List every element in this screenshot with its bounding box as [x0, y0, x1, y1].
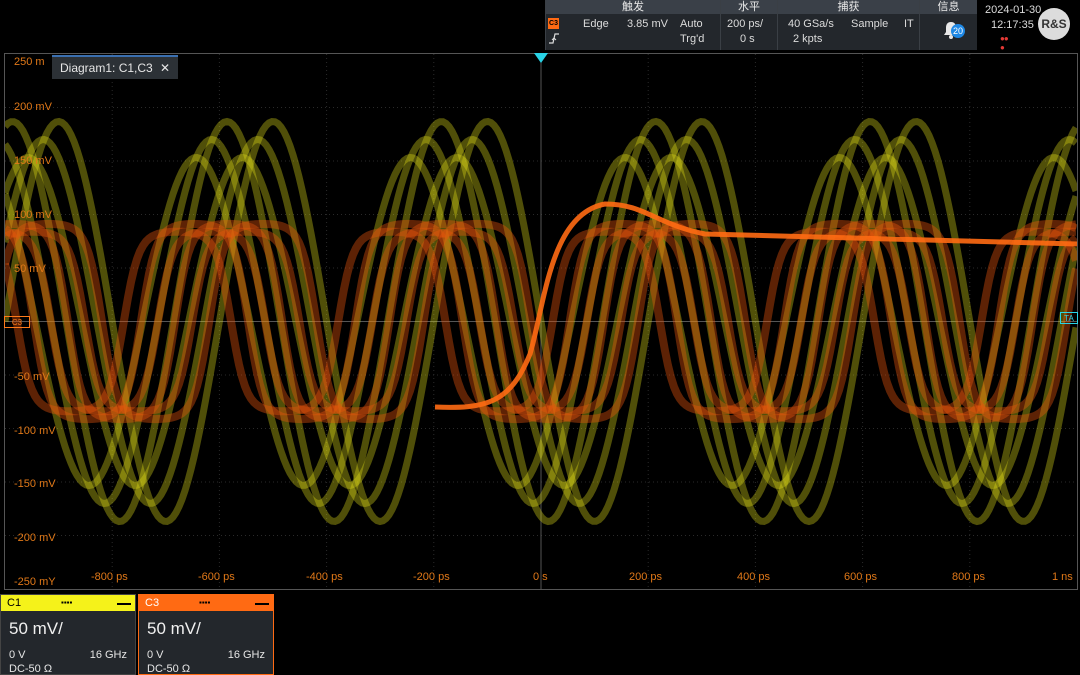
- trigger-status: Trg'd: [680, 33, 705, 45]
- c3-offset-marker[interactable]: C3: [4, 316, 30, 328]
- x-axis-label: 600 ps: [844, 571, 878, 583]
- y-axis-label: 250 m: [14, 56, 45, 68]
- acquisition-mode: Sample: [851, 18, 889, 30]
- channel-c1-header: C1 ▪▪▪▪: [1, 595, 135, 611]
- close-icon[interactable]: ✕: [160, 61, 170, 75]
- rising-edge-icon: [549, 33, 559, 44]
- y-axis-label: -200 mV: [14, 532, 56, 544]
- horizontal-scale: 200 ps/: [727, 18, 764, 30]
- x-axis-label: 200 ps: [629, 571, 663, 583]
- trigger-level: 3.85 mV: [627, 18, 668, 30]
- dots-icon: ▪▪▪▪: [199, 598, 211, 607]
- acquisition-extra: IT: [904, 18, 914, 30]
- channel-c3-scale: 50 mV/: [147, 619, 201, 638]
- y-axis-label: -150 mV: [14, 478, 56, 490]
- trigger-source-badge: C3: [548, 18, 559, 29]
- channel-c3-coupling: DC-50 Ω: [147, 663, 191, 675]
- y-axis-label: 200 mV: [14, 101, 52, 113]
- horizontal-position: 0 s: [740, 33, 755, 45]
- x-axis-label: 1 ns: [1052, 571, 1073, 583]
- x-axis-label: 0 s: [533, 571, 548, 583]
- channel-c1-scale: 50 mV/: [9, 619, 63, 638]
- y-axis-label: -50 mV: [14, 371, 50, 383]
- sample-rate: 40 GSa/s: [788, 18, 834, 30]
- x-axis-label: -600 ps: [198, 571, 235, 583]
- x-axis-label: -200 ps: [413, 571, 450, 583]
- y-axis-label: 100 mV: [14, 209, 52, 221]
- minimize-icon[interactable]: [117, 603, 131, 605]
- channel-c3-header: C3 ▪▪▪▪: [139, 595, 273, 611]
- top-status-bar: 触发 C3 Edge 3.85 mV Auto Trg'd 水平 200 ps/…: [0, 0, 1080, 52]
- minimize-icon[interactable]: [255, 603, 269, 605]
- y-axis-label: 50 mV: [14, 263, 46, 275]
- y-axis-label: -250 mY: [14, 576, 56, 588]
- waveform-canvas[interactable]: [5, 54, 1077, 589]
- x-axis-label: 400 ps: [737, 571, 771, 583]
- info-title: 信息: [920, 0, 977, 14]
- y-axis-label: 150 mV: [14, 155, 52, 167]
- y-axis-label: -100 mV: [14, 425, 56, 437]
- record-length: 2 kpts: [793, 33, 823, 45]
- dots-icon: ●● ●: [1000, 34, 1009, 52]
- channel-c1-offset: 0 V: [9, 649, 26, 661]
- trigger-position-marker[interactable]: [534, 53, 548, 63]
- horizontal-title: 水平: [721, 0, 777, 14]
- channel-c3-name: C3: [145, 597, 160, 609]
- trigger-mode: Auto: [680, 18, 703, 30]
- channel-c3-offset: 0 V: [147, 649, 164, 661]
- channel-c3-box[interactable]: C3 ▪▪▪▪ 50 mV/ 0 V 16 GHz DC-50 Ω: [138, 594, 274, 675]
- channel-c1-bandwidth: 16 GHz: [89, 649, 127, 661]
- x-axis-label: -400 ps: [306, 571, 343, 583]
- channel-c3-bandwidth: 16 GHz: [227, 649, 265, 661]
- channel-c1-box[interactable]: C1 ▪▪▪▪ 50 mV/ 0 V 16 GHz DC-50 Ω: [0, 594, 136, 675]
- x-axis-label: 800 ps: [952, 571, 986, 583]
- acquisition-title: 捕获: [778, 0, 919, 14]
- x-axis-label: -800 ps: [91, 571, 128, 583]
- channel-c1-name: C1: [7, 597, 22, 609]
- message-count-badge: 20: [951, 24, 965, 38]
- date-display: 2024-01-30: [985, 4, 1042, 16]
- diagram-tab[interactable]: Diagram1: C1,C3 ✕: [52, 55, 179, 79]
- waveform-diagram[interactable]: [4, 53, 1078, 590]
- trigger-title: 触发: [546, 0, 720, 14]
- trigger-level-marker[interactable]: TA: [1060, 312, 1078, 324]
- time-display: 12:17:35: [991, 19, 1034, 31]
- trigger-type: Edge: [583, 18, 609, 30]
- diagram-tab-label: Diagram1: C1,C3: [60, 61, 153, 75]
- rs-logo: R&S: [1038, 8, 1070, 40]
- channel-c1-coupling: DC-50 Ω: [9, 663, 53, 675]
- dots-icon: ▪▪▪▪: [61, 598, 73, 607]
